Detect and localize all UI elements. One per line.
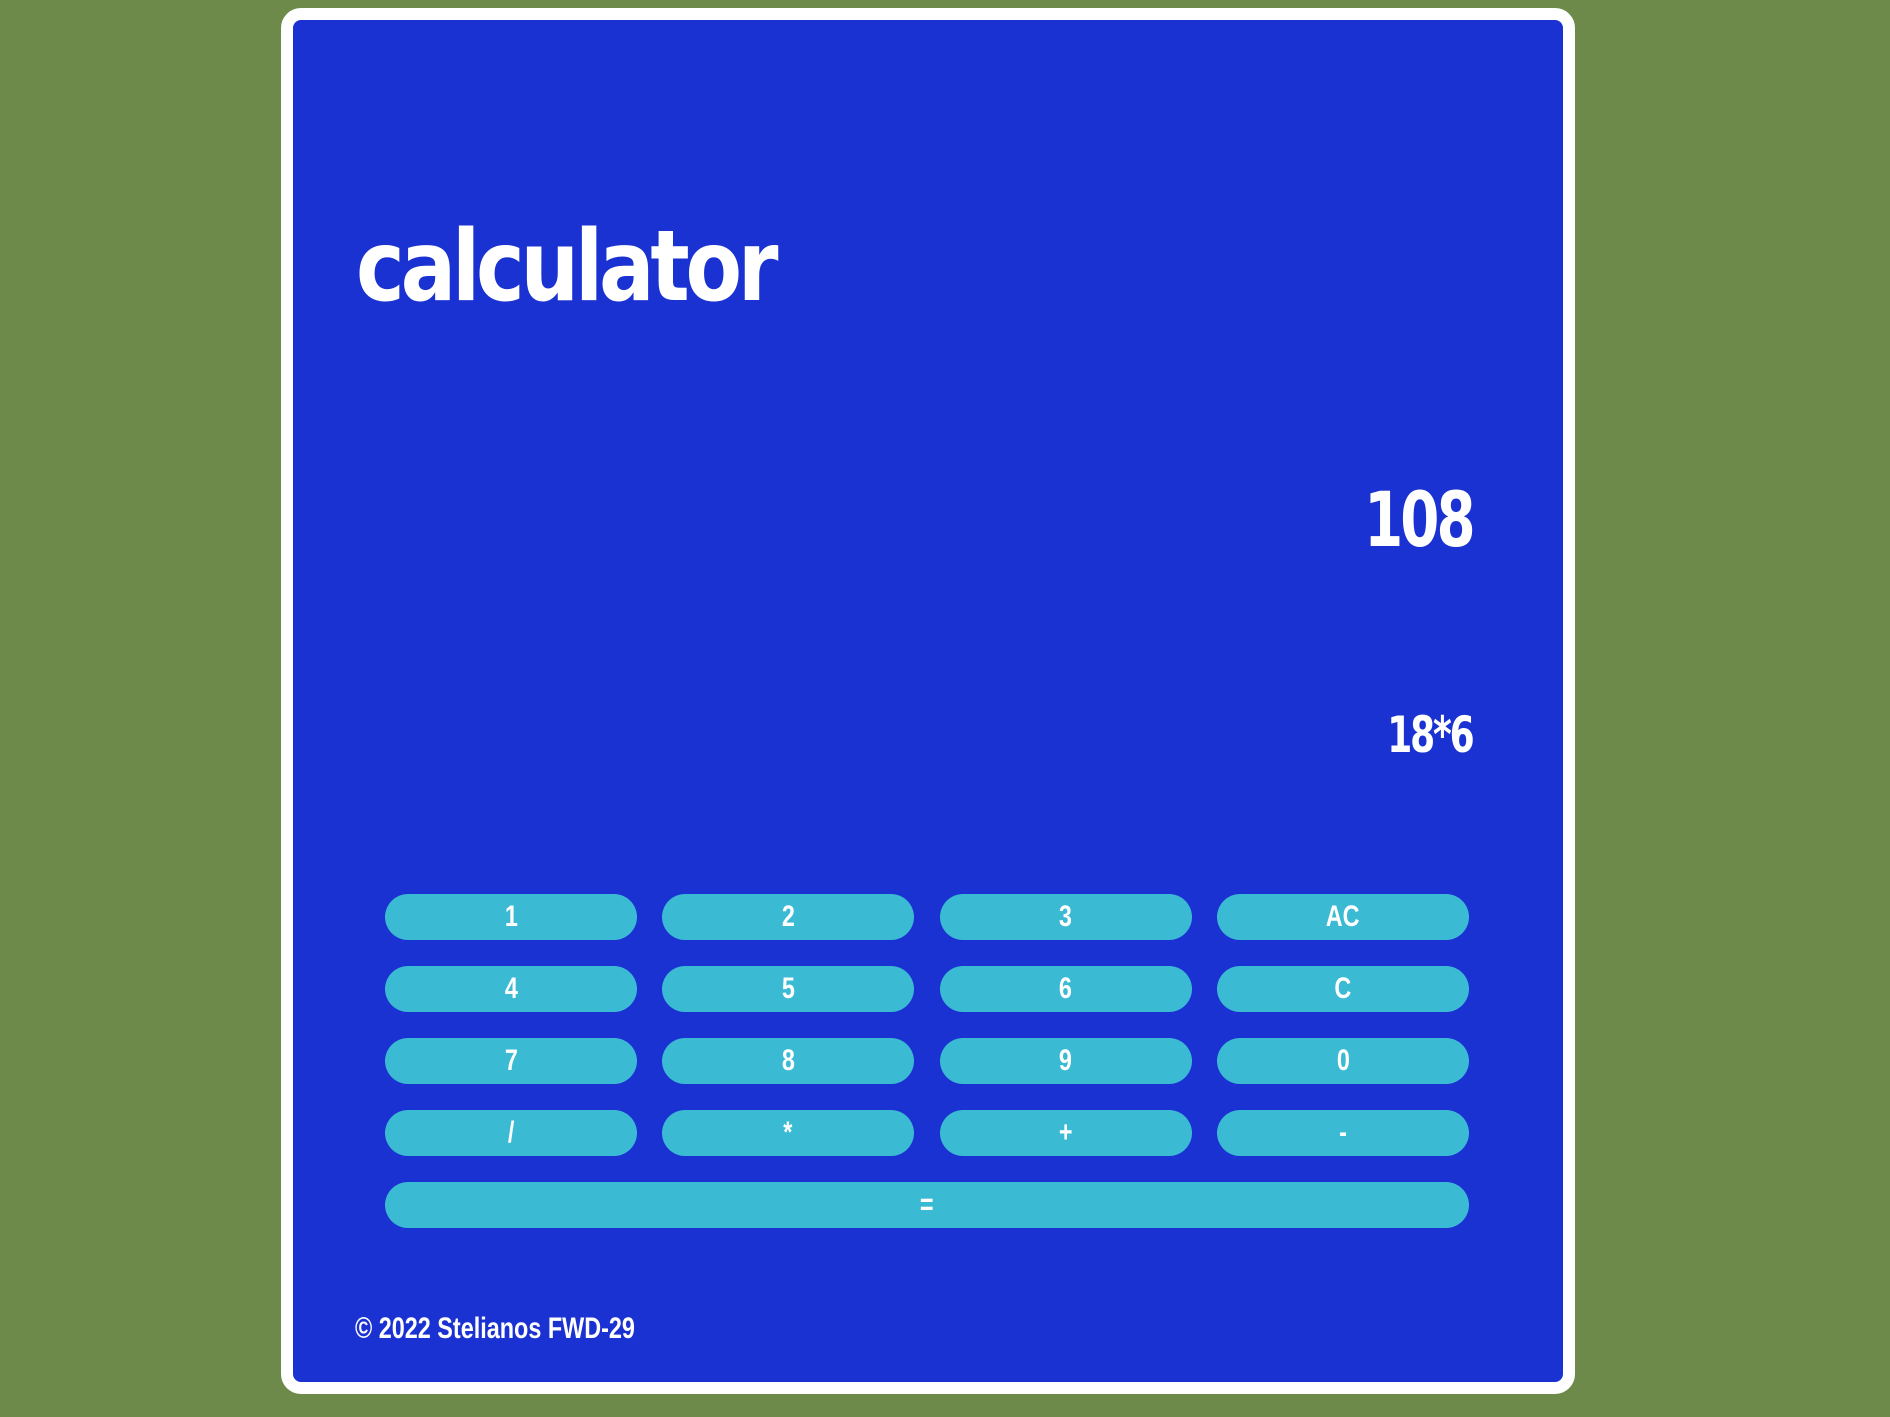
key-6-label: 6 [1059,972,1073,1005]
footer-copyright: © 2022 Stelianos FWD-29 [355,1312,635,1345]
key-3-button[interactable]: 3 [939,894,1192,940]
key-3-label: 3 [1059,900,1073,933]
keypad: 1 2 3 AC 4 5 6 C 7 8 9 0 / * + - = [385,894,1469,1228]
key-9-button[interactable]: 9 [939,1038,1192,1084]
clear-button[interactable]: C [1216,966,1469,1012]
divide-button[interactable]: / [385,1110,637,1156]
key-8-label: 8 [781,1044,795,1077]
key-9-label: 9 [1059,1044,1073,1077]
multiply-label: * [783,1116,793,1149]
result-display: 108 [1364,475,1475,564]
key-2-label: 2 [781,900,795,933]
page-background: calculator 108 18*6 1 2 3 AC 4 5 6 C 7 8… [0,0,1890,1417]
clear-label: C [1334,972,1352,1005]
minus-button[interactable]: - [1216,1110,1469,1156]
key-5-button[interactable]: 5 [662,966,915,1012]
equals-label: = [920,1188,934,1221]
multiply-button[interactable]: * [662,1110,915,1156]
key-6-button[interactable]: 6 [939,966,1192,1012]
all-clear-button[interactable]: AC [1216,894,1469,940]
key-7-label: 7 [504,1044,518,1077]
equals-button[interactable]: = [385,1182,1469,1228]
plus-button[interactable]: + [939,1110,1192,1156]
calculator-title: calculator [356,210,778,324]
key-7-button[interactable]: 7 [385,1038,637,1084]
expression-display: 18*6 [1387,706,1475,764]
key-2-button[interactable]: 2 [662,894,915,940]
key-1-label: 1 [504,900,518,933]
key-1-button[interactable]: 1 [385,894,637,940]
all-clear-label: AC [1326,900,1360,933]
key-4-label: 4 [504,972,518,1005]
plus-label: + [1058,1116,1073,1149]
key-8-button[interactable]: 8 [662,1038,915,1084]
key-5-label: 5 [781,972,795,1005]
calculator-card: calculator 108 18*6 1 2 3 AC 4 5 6 C 7 8… [281,8,1575,1394]
minus-label: - [1339,1116,1347,1149]
key-0-label: 0 [1336,1044,1350,1077]
key-0-button[interactable]: 0 [1216,1038,1469,1084]
divide-label: / [507,1116,515,1149]
key-4-button[interactable]: 4 [385,966,637,1012]
